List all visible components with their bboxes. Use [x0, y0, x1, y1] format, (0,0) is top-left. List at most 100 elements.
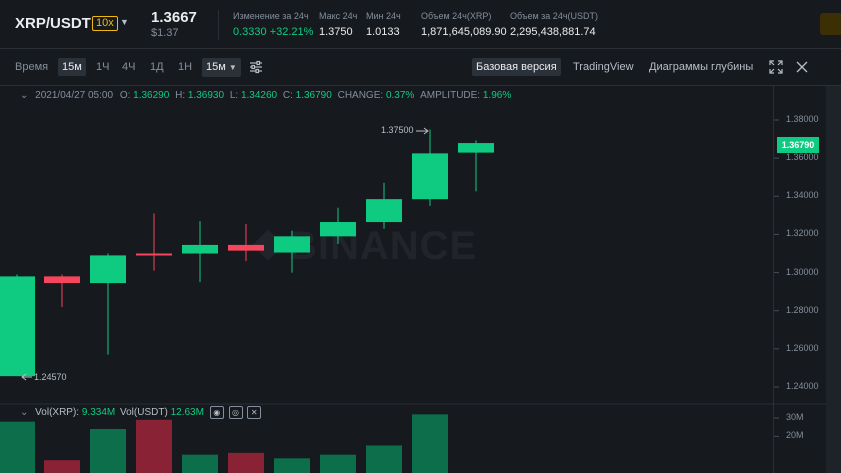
chevron-down-icon[interactable]: ⌄ — [20, 90, 28, 101]
view-depth[interactable]: Диаграммы глубины — [649, 59, 753, 75]
vol-xrp-value: 9.334M — [81, 407, 116, 419]
interval-4h[interactable]: 4Ч — [122, 59, 135, 75]
amplitude-label: AMPLITUDE: — [420, 90, 481, 101]
volume-bar — [90, 429, 126, 473]
view-basic[interactable]: Базовая версия — [472, 58, 561, 76]
ticker-header: XRP/USDT 10x ▼ 1.3667 $1.37 Изменение за… — [0, 0, 841, 49]
candle-body — [44, 276, 80, 284]
caret-down-icon[interactable]: ▼ — [120, 17, 129, 27]
volume-bar — [228, 452, 264, 473]
stat-change-label: Изменение за 24ч — [233, 11, 309, 21]
h-value: 1.36930 — [187, 90, 225, 101]
view-tradingview[interactable]: TradingView — [573, 59, 634, 75]
candle — [44, 274, 80, 307]
pair-name[interactable]: XRP/USDT — [15, 15, 91, 32]
c-value: 1.36790 — [295, 90, 332, 101]
candle-body — [458, 143, 494, 153]
candle — [274, 230, 310, 273]
vol-usdt-label: Vol(USDT) — [120, 407, 168, 419]
price-tick-label: 1.36000 — [786, 152, 819, 163]
interval-dropdown[interactable]: 15м ▼ — [202, 58, 241, 77]
candle-body — [90, 255, 126, 284]
volume-tick-label: 20M — [786, 430, 804, 441]
stat-vol-xrp-value: 1,871,645,089.90 — [421, 26, 507, 38]
l-label: L: — [229, 90, 239, 101]
close-icon[interactable]: ✕ — [247, 406, 262, 419]
chart-toolbar: Время 15м 1Ч 4Ч 1Д 1Н 15м ▼ Базовая верс… — [0, 49, 841, 86]
vol-usdt-value: 12.63M — [170, 407, 204, 419]
eye-icon[interactable]: ◉ — [209, 406, 224, 419]
price-tick-label: 1.32000 — [786, 228, 819, 239]
volume-bar — [136, 419, 172, 473]
volume-info: ⌄ Vol(XRP): 9.334M Vol(USDT) 12.63M ◉ ◎ … — [20, 406, 262, 419]
stat-high-label: Макс 24ч — [319, 11, 358, 21]
volume-bar — [44, 460, 80, 473]
interval-15m[interactable]: 15м — [58, 58, 86, 76]
candle — [182, 221, 218, 283]
last-price-usd: $1.37 — [151, 27, 179, 39]
candle-body — [412, 153, 448, 200]
interval-dropdown-label: 15м — [206, 61, 226, 73]
high-marker-label: 1.37500 — [381, 125, 414, 135]
o-value: 1.36290 — [133, 90, 170, 101]
change-value: 0.37% — [385, 90, 415, 101]
expand-icon[interactable] — [769, 60, 783, 74]
candle — [458, 140, 494, 192]
interval-time[interactable]: Время — [15, 59, 48, 75]
candle-body — [182, 244, 218, 254]
candle-body — [366, 199, 402, 223]
candle-body — [136, 253, 172, 256]
volume-bar — [0, 421, 35, 473]
candles — [0, 129, 494, 377]
header-action-button[interactable] — [820, 13, 841, 35]
caret-down-icon: ▼ — [228, 63, 237, 72]
settings-sliders-icon[interactable] — [249, 60, 263, 74]
candle — [366, 182, 402, 229]
last-price-tag: 1.36790 — [777, 137, 819, 153]
high-marker-arrow — [416, 127, 429, 135]
candle — [412, 129, 448, 206]
candle-body — [0, 276, 35, 377]
stat-vol-usdt-label: Объем за 24ч(USDT) — [510, 11, 599, 21]
stat-low-value: 1.0133 — [366, 26, 400, 38]
stat-change-value: 0.3330 +32.21% — [233, 26, 314, 38]
candle — [228, 223, 264, 262]
volume-tick-label: 30M — [786, 412, 804, 422]
o-label: O: — [119, 90, 131, 101]
settings-icon[interactable]: ◎ — [228, 406, 243, 419]
stat-high-value: 1.3750 — [319, 26, 353, 38]
candle-body — [274, 236, 310, 253]
interval-1w[interactable]: 1Н — [178, 59, 192, 75]
price-tick-label: 1.34000 — [786, 190, 819, 201]
l-value: 1.34260 — [240, 90, 278, 101]
interval-1d[interactable]: 1Д — [150, 59, 164, 75]
volume-bar — [182, 454, 218, 473]
vol-xrp-label: Vol(XRP): — [35, 407, 80, 419]
candle — [0, 274, 35, 377]
candle — [90, 253, 126, 355]
leverage-badge[interactable]: 10x — [92, 16, 118, 31]
price-tick-label: 1.24000 — [786, 381, 819, 391]
interval-1h[interactable]: 1Ч — [96, 59, 109, 75]
stat-low-label: Мин 24ч — [366, 11, 401, 21]
candle-body — [320, 222, 356, 237]
price-tick-label: 1.38000 — [786, 114, 819, 124]
amplitude-value: 1.96% — [482, 90, 512, 101]
candle-datetime: 2021/04/27 05:00 — [35, 90, 114, 101]
candle — [136, 213, 172, 271]
ohlc-info: ⌄ 2021/04/27 05:00 O: 1.36290 H: 1.36930… — [20, 90, 511, 101]
c-label: C: — [282, 90, 293, 101]
close-icon[interactable] — [796, 61, 808, 73]
low-marker-label: 1.24570 — [34, 372, 67, 382]
candlestick-chart[interactable]: BINANCE 1.38000 1.36000 1.34000 1.32000 1.30… — [0, 86, 841, 473]
volume-bar — [366, 445, 402, 473]
chevron-down-icon[interactable]: ⌄ — [20, 407, 28, 418]
candle-body — [228, 244, 264, 251]
volume-bar — [274, 458, 310, 473]
divider — [218, 10, 219, 40]
volume-bar — [412, 414, 448, 473]
volume-bars — [0, 414, 779, 473]
stat-vol-usdt-value: 2,295,438,881.74 — [510, 26, 596, 38]
price-tick-label: 1.30000 — [786, 266, 819, 277]
h-label: H: — [175, 90, 186, 101]
